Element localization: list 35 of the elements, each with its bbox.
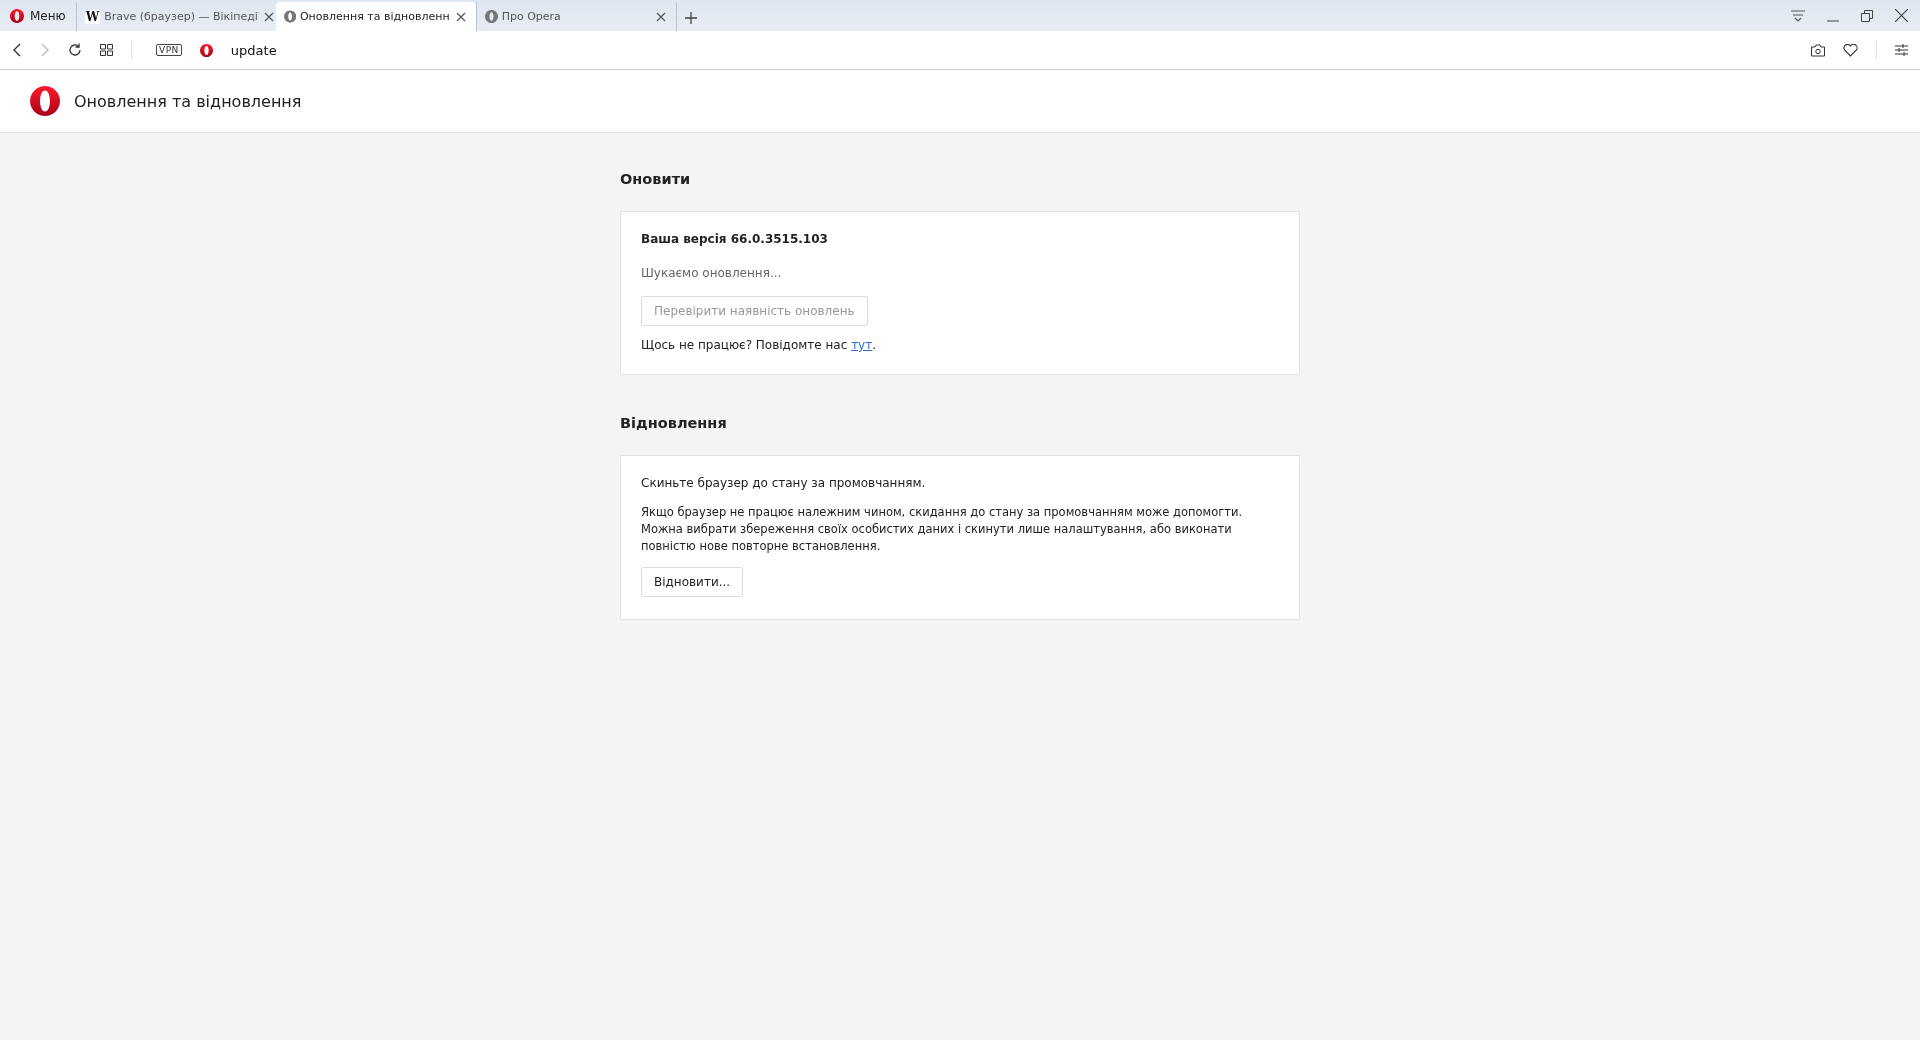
menu-label: Меню (30, 8, 66, 23)
reload-icon[interactable] (68, 43, 82, 57)
close-icon (655, 11, 666, 22)
version-number: 66.0.3515.103 (730, 232, 828, 246)
tab-menu-icon[interactable] (1791, 9, 1805, 22)
opera-logo-icon (199, 43, 213, 57)
opera-logo-icon (30, 86, 60, 116)
wikipedia-icon: W (84, 9, 101, 24)
back-icon[interactable] (12, 43, 22, 57)
grid-icon[interactable] (100, 44, 113, 56)
settings-sliders-icon[interactable] (1895, 44, 1908, 56)
report-link[interactable]: тут (851, 338, 873, 352)
camera-icon[interactable] (1811, 43, 1825, 57)
vpn-badge[interactable]: VPN (156, 44, 182, 56)
restore-icon[interactable] (1861, 9, 1873, 22)
address-field[interactable]: update (230, 42, 277, 58)
report-text: Щось не працює? Повідомте нас тут. (641, 338, 878, 352)
recovery-intro: Скиньте браузер до стану за промовчанням. (641, 476, 927, 490)
browser-tab[interactable]: Оновлення та відновленн (275, 2, 476, 31)
menu-button[interactable]: Меню (0, 0, 76, 31)
heart-icon[interactable] (1843, 43, 1858, 57)
browser-logo-icon (283, 10, 296, 23)
update-status: Шукаємо оновлення... (641, 266, 783, 280)
plus-icon (684, 11, 697, 24)
section-heading: Оновити (620, 171, 691, 187)
close-icon (263, 11, 274, 22)
close-icon[interactable] (1895, 9, 1908, 22)
recover-button[interactable]: Відновити... (641, 567, 744, 597)
browser-logo-icon (484, 10, 498, 23)
close-icon (455, 11, 466, 22)
section-heading: Відновлення (620, 415, 727, 431)
opera-logo-icon (10, 8, 24, 23)
recovery-description: Якщо браузер не працює належним чином, скидання до стану за промовчанням може допомогти. Можна вибрати збереження своїх особистих даних і скинути лише налаштування, або виконати повністю нове повторне встановлення. (641, 504, 1244, 555)
version-label: Ваша версія (641, 232, 727, 246)
page-title: Оновлення та відновлення (74, 91, 302, 111)
